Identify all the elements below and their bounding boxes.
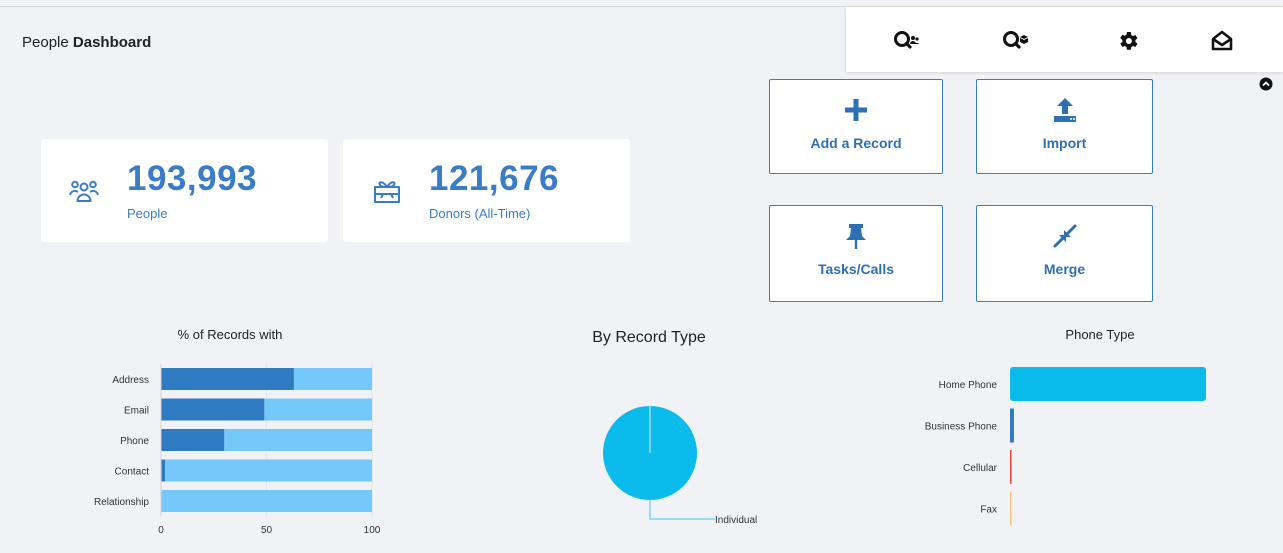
record-type-chart-svg: Individual <box>603 406 757 526</box>
category-label: Home Phone <box>939 380 998 391</box>
donors-count: 121,676 <box>429 159 560 198</box>
category-label: Fax <box>980 505 997 516</box>
phone-chart-svg: Home Phone Business Phone Cellular Fax <box>925 367 1206 526</box>
tick-label: 50 <box>261 525 273 536</box>
stat-card-donors: 121,676 Donors (All-Time) <box>343 139 630 242</box>
donors-label: Donors (All-Time) <box>429 206 531 221</box>
upload-icon <box>1054 98 1076 122</box>
bar-segment <box>224 429 372 451</box>
people-icon <box>69 180 99 202</box>
add-record-label: Add a Record <box>810 135 902 151</box>
page-title: People Dashboard <box>22 34 151 51</box>
category-label: Email <box>124 406 149 417</box>
people-count: 193,993 <box>127 159 258 198</box>
pin-icon <box>846 224 866 249</box>
tasks-calls-button[interactable]: Tasks/Calls <box>769 205 943 302</box>
import-button[interactable]: Import <box>976 79 1153 174</box>
merge-label: Merge <box>1043 261 1086 277</box>
record-type-chart: By Record Type Individual <box>540 320 840 550</box>
bar-segment <box>264 398 372 421</box>
phone-bar <box>1010 408 1014 443</box>
phone-bar <box>1010 491 1012 526</box>
category-label: Phone <box>120 436 149 447</box>
bar-segment <box>161 368 294 390</box>
search-donor-icon[interactable] <box>1002 29 1028 53</box>
phone-bar <box>1010 367 1206 401</box>
category-label: Cellular <box>963 463 998 474</box>
envelope-open-icon[interactable] <box>1209 29 1235 53</box>
tick-label: 100 <box>364 525 381 536</box>
slice-label: Individual <box>715 515 757 526</box>
phone-type-chart: Phone Type Home Phone Business Phone Cellu… <box>900 320 1280 550</box>
top-toolbar <box>846 7 1283 72</box>
tick-label: 0 <box>158 525 164 536</box>
bar-segment <box>293 368 372 390</box>
gift-icon <box>374 181 400 203</box>
bar-segment <box>161 429 225 451</box>
import-label: Import <box>1042 135 1087 151</box>
merge-button[interactable]: Merge <box>976 205 1153 302</box>
category-label: Contact <box>115 467 150 478</box>
bar-segment <box>165 459 372 482</box>
stat-card-people: 193,993 People <box>41 139 328 242</box>
merge-arrows-icon <box>1053 224 1077 248</box>
bar-segment <box>161 490 372 512</box>
plus-icon <box>845 99 867 121</box>
gear-icon[interactable] <box>1115 29 1141 53</box>
search-people-icon[interactable] <box>893 29 919 53</box>
add-record-button[interactable]: Add a Record <box>769 79 943 174</box>
category-label: Address <box>112 375 149 386</box>
tasks-calls-label: Tasks/Calls <box>817 261 894 277</box>
chevron-up-circle-icon[interactable] <box>1259 77 1273 91</box>
records-chart-svg: Address Email Phone Contact Relationship 0 50 1… <box>94 364 381 536</box>
bar-segment <box>161 459 166 482</box>
page-title-bold: Dashboard <box>72 34 152 51</box>
page-title-prefix: People <box>22 34 69 51</box>
category-label: Relationship <box>94 497 149 508</box>
leader-line <box>649 500 715 520</box>
category-label: Business Phone <box>925 422 998 433</box>
people-label: People <box>127 206 168 221</box>
phone-bar <box>1010 450 1012 484</box>
records-with-chart: % of Records with Address Email Phone Conta… <box>0 320 420 550</box>
bar-segment <box>161 398 265 421</box>
